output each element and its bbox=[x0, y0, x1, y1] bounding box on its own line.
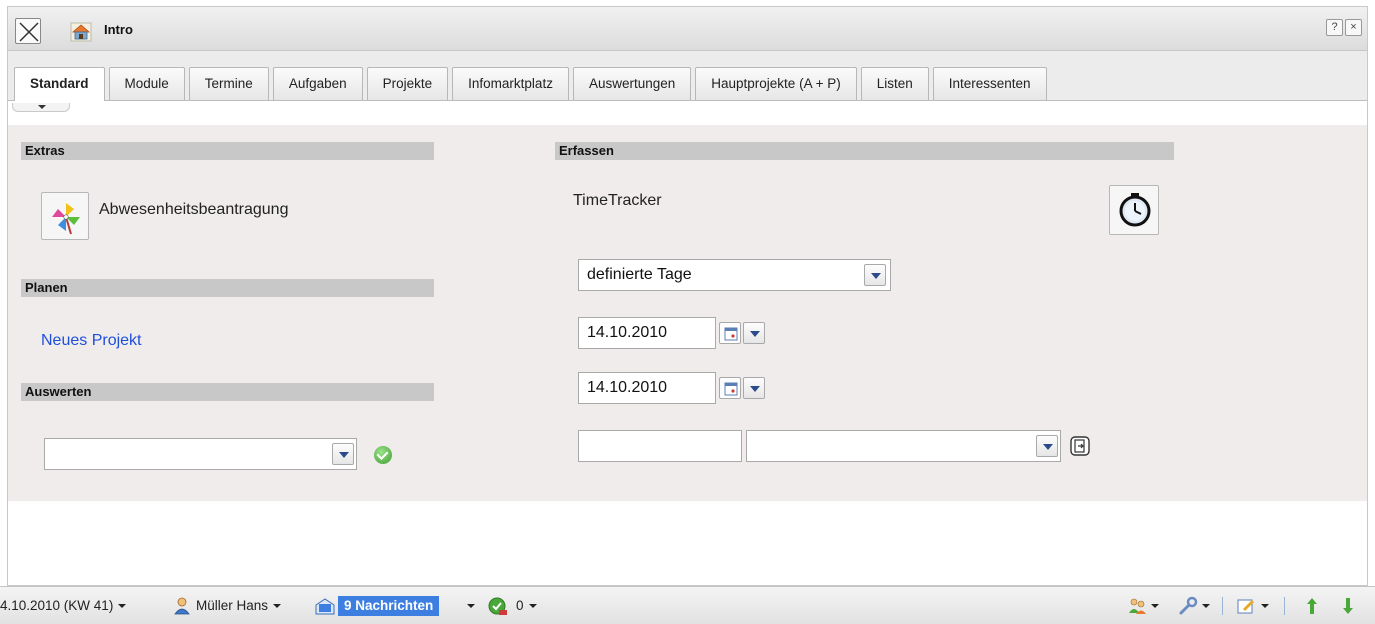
date-to-calendar-button[interactable] bbox=[719, 377, 741, 399]
chevron-down-icon bbox=[118, 604, 127, 609]
edit-note-icon[interactable] bbox=[1236, 596, 1256, 616]
tab-hauptprojekte[interactable]: Hauptprojekte (A + P) bbox=[695, 67, 857, 100]
date-from-calendar-button[interactable] bbox=[719, 322, 741, 344]
tab-auswertungen[interactable]: Auswertungen bbox=[572, 67, 692, 100]
confirm-check-icon[interactable] bbox=[374, 446, 392, 464]
type-dropdown-button[interactable] bbox=[1036, 435, 1058, 457]
auswerten-header: Auswerten bbox=[21, 383, 434, 401]
erfassen-header: Erfassen bbox=[555, 142, 1174, 160]
help-button[interactable]: ? bbox=[1326, 19, 1343, 36]
clock-icon bbox=[1119, 193, 1151, 227]
chevron-down-icon bbox=[1261, 604, 1269, 609]
calendar-icon bbox=[724, 327, 738, 341]
separator bbox=[1284, 597, 1285, 615]
tab-bar: Standard Module Termine Aufgaben Projekt… bbox=[8, 51, 1367, 102]
planen-header: Planen bbox=[21, 279, 434, 297]
neues-projekt-link[interactable]: Neues Projekt bbox=[41, 332, 142, 350]
users-menu[interactable] bbox=[1146, 598, 1159, 613]
mode-select[interactable]: definierte Tage bbox=[578, 259, 891, 291]
abwesenheit-label[interactable]: Abwesenheitsbeantragung bbox=[99, 201, 288, 219]
date-week-menu[interactable]: 4.10.2010 (KW 41) bbox=[0, 598, 127, 613]
tab-infomarktplatz[interactable]: Infomarktplatz bbox=[452, 67, 569, 100]
tasks-menu[interactable]: 0 bbox=[516, 598, 537, 613]
calendar-icon bbox=[724, 382, 738, 396]
collapse-toggle[interactable] bbox=[12, 103, 70, 112]
tab-projekte[interactable]: Projekte bbox=[366, 67, 449, 100]
tasks-check-icon[interactable] bbox=[487, 596, 507, 616]
title-bar: Intro ? × bbox=[8, 7, 1367, 51]
tab-standard[interactable]: Standard bbox=[14, 67, 105, 102]
arrow-up-icon[interactable] bbox=[1302, 596, 1322, 616]
date-to-input[interactable]: 14.10.2010 bbox=[578, 372, 716, 404]
tab-listen[interactable]: Listen bbox=[860, 67, 929, 100]
content-panel: Extras Abwesenheitsbeantragung Planen Ne… bbox=[8, 125, 1367, 501]
chevron-down-icon bbox=[467, 604, 475, 609]
auswerten-select[interactable] bbox=[44, 438, 357, 470]
tools-menu[interactable] bbox=[1197, 598, 1210, 613]
tab-aufgaben[interactable]: Aufgaben bbox=[272, 67, 363, 100]
users-group-icon[interactable] bbox=[1127, 596, 1147, 616]
close-icon bbox=[19, 22, 39, 42]
mail-icon[interactable] bbox=[314, 596, 335, 616]
pinwheel-icon bbox=[52, 203, 80, 235]
separator bbox=[1222, 597, 1223, 615]
messages-menu[interactable] bbox=[462, 598, 475, 613]
abwesenheit-button[interactable] bbox=[41, 192, 89, 240]
text-input[interactable] bbox=[578, 430, 742, 462]
home-icon[interactable] bbox=[70, 22, 92, 42]
tab-interessenten[interactable]: Interessenten bbox=[932, 67, 1047, 100]
extras-header: Extras bbox=[21, 142, 434, 160]
submit-icon[interactable] bbox=[1069, 435, 1090, 456]
chevron-down-icon bbox=[1202, 604, 1210, 609]
tasks-count: 0 bbox=[516, 598, 524, 613]
intro-window: Intro ? × Standard Module Termine Aufgab… bbox=[7, 6, 1368, 586]
tab-list: Standard Module Termine Aufgaben Projekt… bbox=[14, 67, 1047, 102]
user-icon bbox=[172, 596, 192, 616]
date-week-label: 4.10.2010 (KW 41) bbox=[0, 598, 114, 613]
user-menu[interactable]: Müller Hans bbox=[196, 598, 282, 613]
chevron-down-icon bbox=[528, 604, 537, 609]
notes-menu[interactable] bbox=[1256, 598, 1269, 613]
date-from-dropdown-button[interactable] bbox=[743, 322, 765, 344]
timetracker-label: TimeTracker bbox=[573, 192, 662, 209]
auswerten-dropdown-button[interactable] bbox=[332, 443, 354, 465]
collapse-strip bbox=[8, 101, 1367, 125]
date-to-dropdown-button[interactable] bbox=[743, 377, 765, 399]
window-title: Intro bbox=[104, 22, 133, 37]
close-window-button[interactable] bbox=[15, 18, 41, 44]
date-from-input[interactable]: 14.10.2010 bbox=[578, 317, 716, 349]
arrow-down-icon[interactable] bbox=[1338, 596, 1358, 616]
mode-dropdown-button[interactable] bbox=[864, 264, 886, 286]
tab-termine[interactable]: Termine bbox=[188, 67, 269, 100]
tab-module[interactable]: Module bbox=[108, 67, 185, 100]
timetracker-button[interactable] bbox=[1109, 185, 1159, 235]
close-button[interactable]: × bbox=[1345, 19, 1362, 36]
messages-badge[interactable]: 9 Nachrichten bbox=[338, 596, 440, 616]
wrench-icon[interactable] bbox=[1178, 596, 1198, 616]
type-select[interactable] bbox=[746, 430, 1061, 462]
chevron-down-icon bbox=[1151, 604, 1159, 609]
user-name: Müller Hans bbox=[196, 598, 269, 613]
chevron-down-icon bbox=[273, 604, 282, 609]
status-bar: 4.10.2010 (KW 41) Müller Hans 9 Nachrich… bbox=[0, 586, 1375, 624]
